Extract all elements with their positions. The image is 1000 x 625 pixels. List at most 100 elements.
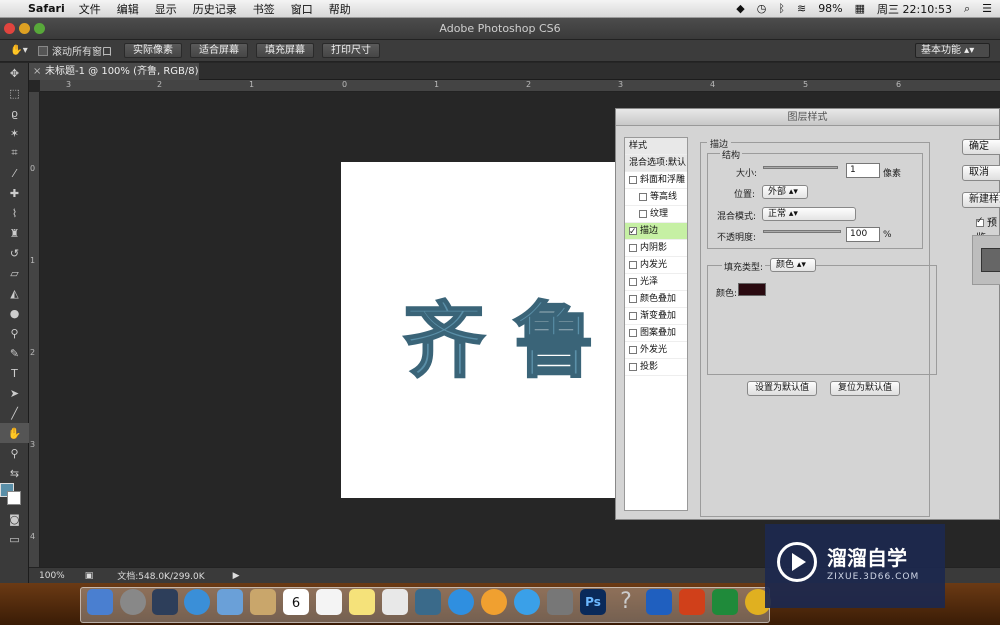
set-default-button[interactable]: 设置为默认值 <box>747 381 817 396</box>
zoom-level[interactable]: 100% <box>39 571 65 581</box>
dodge-tool-icon[interactable]: ⚲ <box>0 323 29 343</box>
menu-file[interactable]: 文件 <box>79 1 101 17</box>
close-tab-icon[interactable]: × <box>33 63 41 80</box>
quick-mask-icon[interactable]: ◙ <box>0 509 29 529</box>
crop-tool-icon[interactable]: ⌗ <box>0 143 29 163</box>
actual-pixels-button[interactable]: 实际像素 <box>124 43 182 58</box>
hand-tool-icon-box[interactable]: ✋ <box>0 423 29 443</box>
menu-history[interactable]: 历史记录 <box>193 1 237 17</box>
eraser-icon[interactable]: ▱ <box>0 263 29 283</box>
blend-mode-select[interactable]: 正常 ▴▾ <box>762 207 856 221</box>
fit-screen-button[interactable]: 适合屏幕 <box>190 43 248 58</box>
marquee-tool-icon[interactable]: ⬚ <box>0 83 29 103</box>
checkbox[interactable] <box>629 175 637 184</box>
type-tool-icon[interactable]: T <box>0 363 29 383</box>
cancel-button[interactable]: 取消 <box>962 165 1000 181</box>
style-item-gradient-overlay[interactable]: 渐变叠加 <box>625 308 687 325</box>
style-item-bevel[interactable]: 斜面和浮雕 <box>625 172 687 189</box>
clone-stamp-icon[interactable]: ♜ <box>0 223 29 243</box>
launchpad-icon[interactable] <box>120 589 146 615</box>
app-menu[interactable]: Safari <box>28 2 65 15</box>
menu-bookmarks[interactable]: 书签 <box>253 1 275 17</box>
powerpoint-icon[interactable] <box>679 589 705 615</box>
print-size-button[interactable]: 打印尺寸 <box>322 43 380 58</box>
ibooks-icon[interactable] <box>481 589 507 615</box>
style-item-stroke[interactable]: 描边 <box>625 223 687 240</box>
opacity-input[interactable]: 100 <box>846 227 880 242</box>
brush-tool-icon[interactable]: ⌇ <box>0 203 29 223</box>
checkbox[interactable] <box>629 277 637 286</box>
style-item-texture[interactable]: 纹理 <box>625 206 687 223</box>
position-select[interactable]: 外部 ▴▾ <box>762 185 808 199</box>
calendar-icon[interactable]: 6 <box>283 589 309 615</box>
styles-header[interactable]: 样式 <box>625 138 687 155</box>
photo-booth-icon[interactable] <box>415 589 441 615</box>
document-canvas[interactable]: 齐 鲁 <box>341 162 631 498</box>
scroll-all-windows-checkbox[interactable]: 滚动所有窗口 <box>38 43 112 58</box>
opacity-slider[interactable] <box>763 230 841 233</box>
minimize-window-icon[interactable] <box>19 23 30 34</box>
itunes-icon[interactable] <box>448 589 474 615</box>
checkbox[interactable] <box>629 328 637 337</box>
reset-default-button[interactable]: 复位为默认值 <box>830 381 900 396</box>
close-window-icon[interactable] <box>4 23 15 34</box>
hand-tool-icon[interactable]: ✋▾ <box>0 45 38 56</box>
checkbox[interactable] <box>639 209 647 218</box>
screen-mode-icon[interactable]: ▭ <box>0 529 29 549</box>
checkbox[interactable] <box>629 311 637 320</box>
horizontal-ruler[interactable]: 3 2 1 0 1 2 3 4 5 6 <box>40 80 1000 92</box>
checkbox-checked[interactable] <box>629 224 637 239</box>
list-icon[interactable]: ☰ <box>982 2 992 15</box>
notes-icon[interactable] <box>349 589 375 615</box>
checkbox[interactable] <box>629 243 637 252</box>
history-brush-icon[interactable]: ↺ <box>0 243 29 263</box>
healing-brush-icon[interactable]: ✚ <box>0 183 29 203</box>
style-item-satin[interactable]: 光泽 <box>625 274 687 291</box>
checkbox[interactable] <box>629 362 637 371</box>
line-tool-icon[interactable]: ╱ <box>0 403 29 423</box>
battery-text[interactable]: 98% <box>818 2 842 15</box>
status-icon[interactable]: ▣ <box>85 571 94 581</box>
fill-screen-button[interactable]: 填充屏幕 <box>256 43 314 58</box>
stroke-color-swatch[interactable] <box>738 283 766 296</box>
mail-icon[interactable] <box>217 589 243 615</box>
workspace-select[interactable]: 基本功能 ▴▾ <box>915 43 990 58</box>
vertical-ruler[interactable]: 0 1 2 3 4 <box>29 92 40 567</box>
reminders-icon[interactable] <box>316 589 342 615</box>
style-item-outer-glow[interactable]: 外发光 <box>625 342 687 359</box>
input-method-icon[interactable]: ▦ <box>855 2 865 15</box>
document-tab[interactable]: × 未标题-1 @ 100% (齐鲁, RGB/8) * <box>29 63 199 94</box>
style-item-pattern-overlay[interactable]: 图案叠加 <box>625 325 687 342</box>
app-store-icon[interactable] <box>514 589 540 615</box>
path-select-icon[interactable]: ➤ <box>0 383 29 403</box>
blend-options-item[interactable]: 混合选项:默认 <box>625 155 687 172</box>
pen-tool-icon[interactable]: ✎ <box>0 343 29 363</box>
style-item-inner-glow[interactable]: 内发光 <box>625 257 687 274</box>
fill-type-select[interactable]: 颜色 ▴▾ <box>770 258 816 272</box>
mission-control-icon[interactable] <box>152 589 178 615</box>
zoom-window-icon[interactable] <box>34 23 45 34</box>
spotlight-icon[interactable]: ⌕ <box>964 2 970 16</box>
ok-button[interactable]: 确定 <box>962 139 1000 155</box>
menu-edit[interactable]: 编辑 <box>117 1 139 17</box>
style-item-inner-shadow[interactable]: 内阴影 <box>625 240 687 257</box>
system-preferences-icon[interactable] <box>547 589 573 615</box>
preview-icon[interactable] <box>382 589 408 615</box>
swap-colors-icon[interactable]: ⇆ <box>0 463 29 483</box>
checkbox[interactable] <box>629 345 637 354</box>
safari-icon[interactable] <box>184 589 210 615</box>
unknown-app-icon[interactable]: ? <box>613 589 639 615</box>
size-input[interactable]: 1 <box>846 163 880 178</box>
checkbox[interactable] <box>629 294 637 303</box>
finder-icon[interactable] <box>87 589 113 615</box>
background-color[interactable] <box>7 491 21 505</box>
status-menu-arrow-icon[interactable]: ▶ <box>233 571 240 581</box>
style-item-contour[interactable]: 等高线 <box>625 189 687 206</box>
time-machine-icon[interactable]: ◷ <box>757 2 767 15</box>
move-tool-icon[interactable]: ✥ <box>0 63 29 83</box>
menu-help[interactable]: 帮助 <box>329 1 351 17</box>
zoom-tool-icon[interactable]: ⚲ <box>0 443 29 463</box>
style-item-color-overlay[interactable]: 颜色叠加 <box>625 291 687 308</box>
bluetooth-icon[interactable]: ᛒ <box>778 2 785 15</box>
checkbox[interactable] <box>629 260 637 269</box>
